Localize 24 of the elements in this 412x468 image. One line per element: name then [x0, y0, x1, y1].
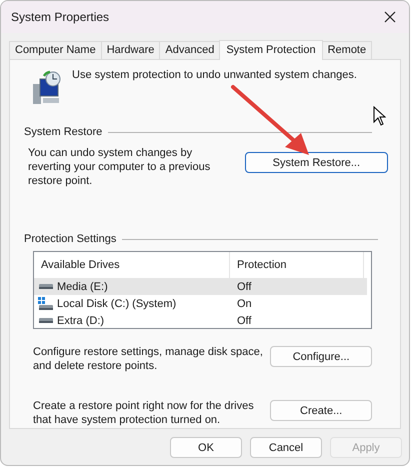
window-title: System Properties — [11, 10, 110, 24]
list-row[interactable]: Extra (D:) Off — [34, 312, 367, 329]
protection-status: On — [237, 298, 252, 310]
action-button[interactable]: Configure... — [270, 346, 372, 367]
drive-name: Local Disk (C:) (System) — [57, 298, 176, 310]
action-description: Create a restore point right now for the drives that have system protection turned on. — [33, 399, 255, 427]
drive-name: Media (E:) — [57, 280, 108, 292]
group-heading: Protection Settings — [24, 233, 116, 245]
action-description: Configure restore settings, manage disk space, and delete restore points. — [33, 345, 264, 373]
protection-status: Off — [237, 280, 252, 292]
system-restore-button[interactable]: System Restore... — [244, 152, 388, 173]
restore-description: You can undo system changes by reverting your computer to a previous restore point. — [28, 146, 212, 188]
protection-status: Off — [237, 314, 252, 326]
tab[interactable]: Remote — [322, 41, 372, 59]
tab[interactable]: Computer Name — [9, 41, 102, 59]
list-row[interactable]: Media (E:) Off — [34, 278, 367, 295]
intro-text: Use system protection to undo unwanted system changes. — [72, 68, 357, 82]
tab[interactable]: System Protection — [219, 40, 323, 60]
group-heading: System Restore — [24, 126, 102, 138]
drive-name: Extra (D:) — [57, 314, 104, 326]
list-row[interactable]: Local Disk (C:) (System) On — [34, 295, 367, 312]
dialog-button[interactable]: Cancel — [250, 437, 322, 458]
dialog-button[interactable]: OK — [170, 437, 242, 458]
action-button[interactable]: Create... — [270, 400, 372, 421]
